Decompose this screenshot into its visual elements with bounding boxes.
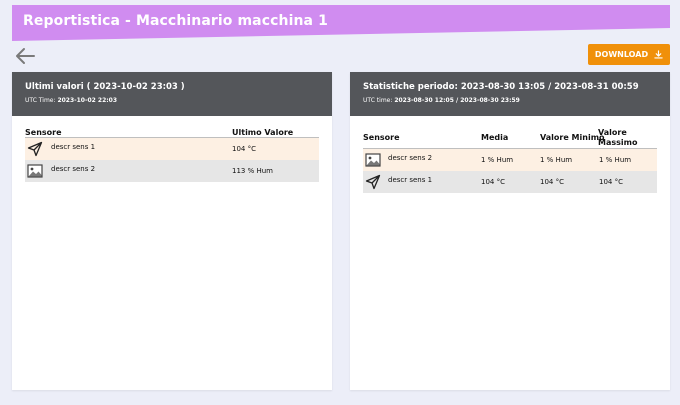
column-header-max-line2: Massimo xyxy=(598,138,638,147)
utc-value: 2023-10-02 22:03 xyxy=(57,97,118,104)
period-stats-utc: UTC time: 2023-08-30 12:05 / 2023-08-30 … xyxy=(363,97,520,104)
back-button[interactable] xyxy=(14,46,36,66)
sensor-name: descr sens 2 xyxy=(51,165,96,173)
column-header-last-value: Ultimo Valore xyxy=(232,128,294,137)
table-row[interactable]: descr sens 2 113 % Hum xyxy=(25,160,319,182)
send-icon xyxy=(27,141,43,157)
media-value: 1 % Hum xyxy=(481,156,514,164)
latest-values-panel: Ultimi valori ( 2023-10-02 23:03 ) UTC T… xyxy=(12,72,332,390)
last-value: 113 % Hum xyxy=(232,167,273,175)
sensor-name: descr sens 2 xyxy=(388,154,433,162)
table-row[interactable]: descr sens 1 104 °C 104 °C 104 °C xyxy=(363,171,657,193)
image-icon xyxy=(365,153,381,167)
table-row[interactable]: descr sens 1 104 °C xyxy=(25,138,319,160)
utc-label: UTC Time: xyxy=(25,97,56,104)
column-header-max-line1: Valore xyxy=(598,128,627,137)
min-value: 1 % Hum xyxy=(540,156,573,164)
column-header-sensor: Sensore xyxy=(25,128,62,137)
title-banner: Reportistica - Macchinario macchina 1 xyxy=(12,5,670,41)
period-stats-header: Statistiche periodo: 2023-08-30 13:05 / … xyxy=(350,72,670,116)
max-value: 1 % Hum xyxy=(599,156,632,164)
sensor-name: descr sens 1 xyxy=(51,143,96,151)
arrow-left-icon xyxy=(16,48,35,64)
last-value: 104 °C xyxy=(232,145,256,153)
latest-values-title: Ultimi valori ( 2023-10-02 23:03 ) xyxy=(25,82,185,92)
table-row[interactable]: descr sens 2 1 % Hum 1 % Hum 1 % Hum xyxy=(363,149,657,171)
latest-values-utc: UTC Time: 2023-10-02 22:03 xyxy=(25,97,117,104)
column-header-sensor: Sensore xyxy=(363,133,400,142)
sensor-name: descr sens 1 xyxy=(388,176,433,184)
period-stats-title: Statistiche periodo: 2023-08-30 13:05 / … xyxy=(363,82,639,92)
column-header-min: Valore Minimo xyxy=(540,133,605,142)
period-stats-panel: Statistiche periodo: 2023-08-30 13:05 / … xyxy=(350,72,670,390)
max-value: 104 °C xyxy=(599,178,623,186)
page-title: Reportistica - Macchinario macchina 1 xyxy=(23,13,328,29)
min-value: 104 °C xyxy=(540,178,564,186)
send-icon xyxy=(365,174,381,190)
latest-values-header: Ultimi valori ( 2023-10-02 23:03 ) UTC T… xyxy=(12,72,332,116)
image-icon xyxy=(27,164,43,178)
download-icon xyxy=(654,50,663,59)
download-label: DOWNLOAD xyxy=(594,50,649,59)
utc-value: 2023-08-30 12:05 / 2023-08-30 23:59 xyxy=(394,97,520,104)
column-header-media: Media xyxy=(481,133,509,142)
download-button[interactable]: DOWNLOAD xyxy=(588,44,670,65)
utc-label: UTC time: xyxy=(363,97,393,104)
media-value: 104 °C xyxy=(481,178,505,186)
